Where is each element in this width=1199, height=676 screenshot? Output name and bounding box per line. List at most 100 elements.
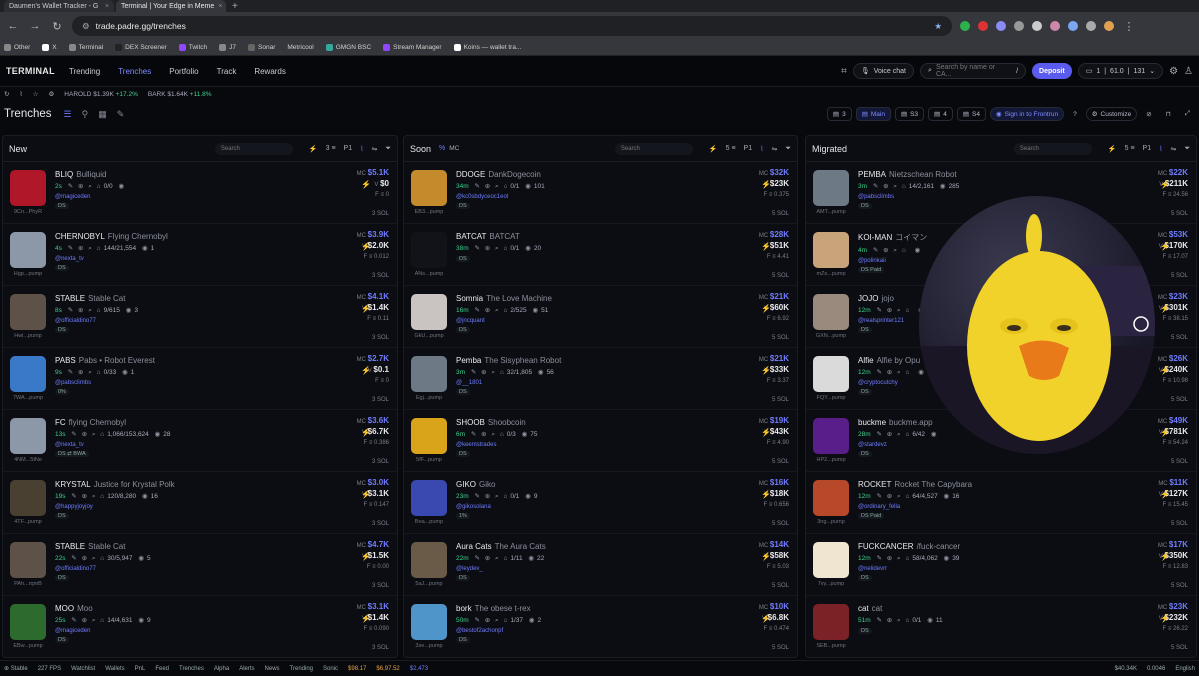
pencil-icon[interactable]: ✎ bbox=[68, 245, 73, 252]
quick-buy-button[interactable]: 5 SOL bbox=[772, 211, 789, 217]
search-icon[interactable]: ⌕ bbox=[893, 247, 897, 254]
globe-icon[interactable]: ⊕ bbox=[78, 369, 83, 376]
quick-buy-amount[interactable]: 5 ≡ bbox=[1125, 145, 1135, 152]
token-card[interactable]: 5aJ...pump Aura Cats The Aura Cats 22m ✎ … bbox=[404, 534, 797, 596]
globe-icon[interactable]: ⊕ bbox=[485, 183, 490, 190]
dev-handle[interactable]: @magiceden bbox=[55, 194, 391, 200]
quick-buy-button[interactable]: 5 SOL bbox=[1171, 645, 1188, 651]
search-icon[interactable]: ⌕ bbox=[92, 493, 96, 500]
globe-icon[interactable]: ⊕ bbox=[485, 617, 490, 624]
dev-handle[interactable]: @jncquant bbox=[456, 318, 791, 324]
status-alerts[interactable]: Alerts bbox=[239, 666, 254, 672]
search-icon[interactable]: ⌕ bbox=[88, 183, 92, 190]
token-title[interactable]: PABS Pabs • Robot Everest bbox=[55, 356, 391, 365]
globe-icon[interactable]: ⊕ bbox=[887, 555, 892, 562]
nav-rewards[interactable]: Rewards bbox=[254, 67, 286, 76]
token-avatar[interactable] bbox=[813, 418, 849, 454]
lightning-icon[interactable]: ⚡ bbox=[1160, 614, 1170, 623]
search-icon[interactable]: ⌕ bbox=[495, 245, 499, 252]
token-avatar[interactable] bbox=[411, 542, 447, 578]
site-info-icon[interactable]: ⚙ bbox=[82, 21, 90, 32]
quick-buy-button[interactable]: 5 SOL bbox=[1171, 521, 1188, 527]
bookmark-item[interactable]: DEX Screener bbox=[115, 44, 167, 51]
lightning-icon[interactable]: ⚡ bbox=[1160, 490, 1170, 499]
column-search-input[interactable]: Search bbox=[214, 142, 293, 155]
bookmark-item[interactable]: Koins — wallet tra... bbox=[453, 44, 521, 51]
new-tab-icon[interactable]: + bbox=[232, 1, 238, 12]
token-address[interactable]: EBw...pump bbox=[13, 643, 42, 649]
search-icon[interactable]: ⌕ bbox=[88, 245, 92, 252]
settings-icon[interactable]: ⚙ bbox=[48, 90, 54, 98]
column-search-input[interactable]: Search bbox=[1013, 142, 1092, 155]
browser-tab-1[interactable]: Terminal | Your Edge in Meme × bbox=[116, 0, 226, 12]
pencil-icon[interactable]: ✎ bbox=[873, 183, 878, 190]
globe-icon[interactable]: ⊕ bbox=[485, 307, 490, 314]
globe-icon[interactable]: ⊕ bbox=[78, 307, 83, 314]
nav-portfolio[interactable]: Portfolio bbox=[169, 67, 198, 76]
pencil-icon[interactable]: ✎ bbox=[474, 245, 479, 252]
filter-icon[interactable]: ⏷ bbox=[385, 145, 391, 153]
search-icon[interactable]: ⌕ bbox=[495, 493, 499, 500]
search-icon[interactable]: ⌕ bbox=[88, 307, 92, 314]
dev-handle[interactable]: @officialdino77 bbox=[55, 566, 391, 572]
pencil-icon[interactable]: ✎ bbox=[474, 555, 479, 562]
globe-icon[interactable]: ⊕ bbox=[883, 247, 888, 254]
token-address[interactable]: FQY...pump bbox=[817, 395, 846, 401]
dev-handle[interactable]: @kc0sbdyceoc1eol bbox=[456, 194, 791, 200]
quick-buy-button[interactable]: 5 SOL bbox=[772, 397, 789, 403]
filter-icon[interactable]: ⚲ bbox=[82, 109, 89, 120]
token-title[interactable]: Pemba The Sisyphean Robot bbox=[456, 356, 791, 365]
lightning-icon[interactable]: ⚡ bbox=[761, 490, 771, 499]
ticker-item[interactable]: HAROLD $1.39K +17.2% bbox=[64, 91, 138, 98]
token-address[interactable]: 7vy...pump bbox=[818, 581, 845, 587]
pencil-icon[interactable]: ✎ bbox=[876, 555, 881, 562]
lightning-icon[interactable]: ⚡ bbox=[1160, 552, 1170, 561]
lightning-icon[interactable]: ⚡ bbox=[361, 366, 371, 375]
token-address[interactable]: HP2...pump bbox=[816, 457, 845, 463]
token-card[interactable]: Egj...pump Pemba The Sisyphean Robot 3m ✎… bbox=[404, 348, 797, 410]
quick-buy-button[interactable]: 5 SOL bbox=[1171, 459, 1188, 465]
token-address[interactable]: Hgp...pump bbox=[14, 271, 42, 277]
bookmark-item[interactable]: Terminal bbox=[68, 44, 103, 51]
bookmark-item[interactable]: Metricool bbox=[287, 44, 313, 51]
column-search-input[interactable]: Search bbox=[614, 142, 693, 155]
token-card[interactable]: 3ng...pump ROCKET Rocket The Capybara 12m… bbox=[806, 472, 1196, 534]
forward-icon[interactable]: → bbox=[28, 20, 42, 32]
lightning-icon[interactable]: ⚡ bbox=[1160, 180, 1170, 189]
token-card[interactable]: 7WA...pump PABS Pabs • Robot Everest 9s ✎… bbox=[3, 348, 397, 410]
search-icon[interactable]: ⌕ bbox=[897, 369, 901, 376]
preset-selector[interactable]: P1 bbox=[344, 145, 353, 152]
token-title[interactable]: CHERNOBYL Flying Chernobyl bbox=[55, 232, 391, 241]
token-title[interactable]: SHOOB Shoobcoin bbox=[456, 418, 791, 427]
bookmark-item[interactable]: X bbox=[42, 44, 57, 51]
scan-icon[interactable]: ⌗ bbox=[841, 66, 847, 77]
preset-chip[interactable]: ▤ 4 bbox=[928, 107, 953, 121]
lightning-icon[interactable]: ⚡ bbox=[361, 428, 371, 437]
globe-icon[interactable]: ⊕ bbox=[481, 369, 486, 376]
user-icon[interactable]: ♙ bbox=[1184, 66, 1193, 77]
token-card[interactable]: 9Cn...PhyR BLIQ Bulliquid 2s ✎ ⊕ ⌕ ⌂ 0/0 ◉… bbox=[3, 162, 397, 224]
token-avatar[interactable] bbox=[813, 604, 849, 640]
pencil-icon[interactable]: ✎ bbox=[68, 307, 73, 314]
token-title[interactable]: KRYSTAL Justice for Krystal Polk bbox=[55, 480, 391, 489]
dev-handle[interactable]: @nexta_tv bbox=[55, 256, 391, 262]
ticker-item[interactable]: BARK $1.64K +11.8% bbox=[148, 91, 212, 98]
pencil-icon[interactable]: ✎ bbox=[876, 369, 881, 376]
quick-buy-button[interactable]: 5 SOL bbox=[1171, 273, 1188, 279]
preset-indicator[interactable]: ⊕ Stable bbox=[4, 665, 28, 672]
token-title[interactable]: bork The obese t-rex bbox=[456, 604, 791, 613]
token-title[interactable]: DDOGE DankDogecoin bbox=[456, 170, 791, 179]
browser-tab-0[interactable]: Daumen's Wallet Tracker - G × bbox=[4, 0, 114, 12]
token-title[interactable]: STABLE Stable Cat bbox=[55, 294, 391, 303]
globe-icon[interactable]: ⊕ bbox=[481, 431, 486, 438]
globe-icon[interactable]: ⊕ bbox=[887, 307, 892, 314]
token-avatar[interactable] bbox=[10, 232, 46, 268]
search-icon[interactable]: ⌕ bbox=[88, 369, 92, 376]
quick-buy-button[interactable]: 3 SOL bbox=[372, 583, 389, 589]
lightning-icon[interactable]: ⚡ bbox=[761, 304, 771, 313]
globe-icon[interactable]: ⊕ bbox=[78, 245, 83, 252]
token-title[interactable]: Aura Cats The Aura Cats bbox=[456, 542, 791, 551]
token-address[interactable]: EB3...pump bbox=[415, 209, 444, 215]
quick-buy-button[interactable]: 3 SOL bbox=[372, 397, 389, 403]
dev-handle[interactable]: @magiceden bbox=[55, 628, 391, 634]
